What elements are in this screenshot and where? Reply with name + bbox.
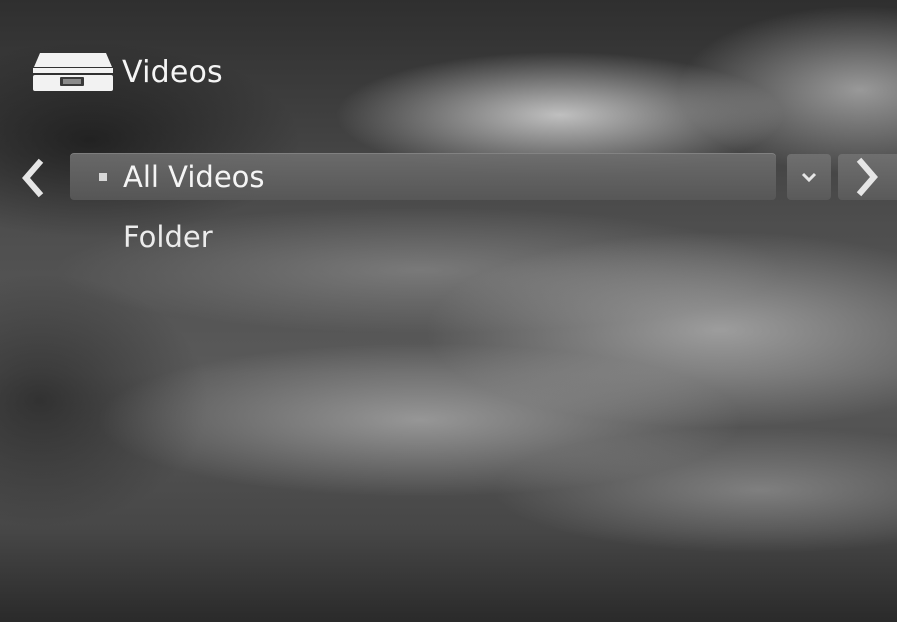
menu-item-label: All Videos xyxy=(123,160,265,194)
drive-icon xyxy=(30,47,116,97)
menu-item-folder[interactable]: Folder xyxy=(123,216,213,258)
page-title: Videos xyxy=(122,54,223,90)
menu-item-label: Folder xyxy=(123,220,213,254)
previous-button[interactable] xyxy=(14,155,50,201)
chevron-left-icon xyxy=(22,158,44,198)
chevron-down-icon xyxy=(801,172,817,183)
screen: Videos All Videos Folder xyxy=(0,0,897,622)
header: Videos xyxy=(30,42,223,102)
chevron-right-icon xyxy=(856,157,878,197)
dropdown-button[interactable] xyxy=(787,154,831,200)
selected-bullet-icon xyxy=(99,173,107,181)
menu-item-all-videos[interactable]: All Videos xyxy=(97,156,265,198)
next-button[interactable] xyxy=(838,154,897,200)
